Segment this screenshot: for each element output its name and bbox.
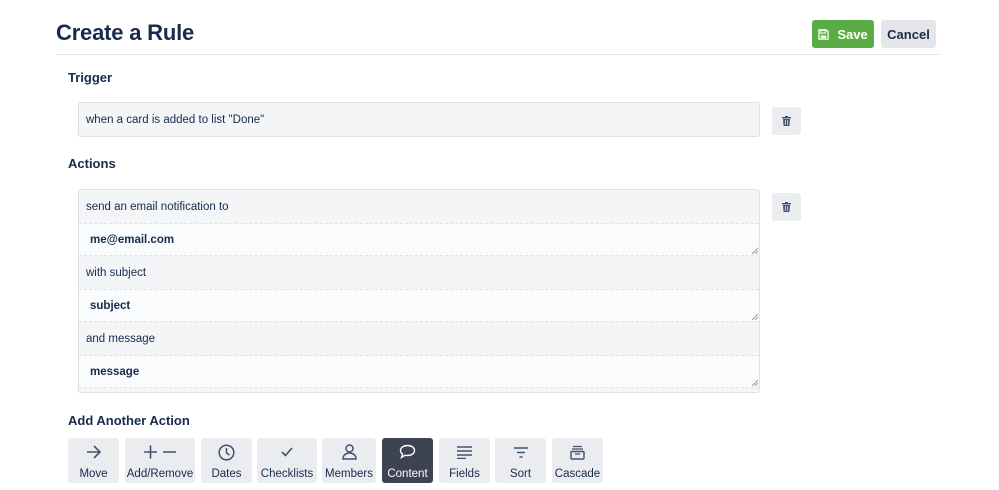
tool-label: Cascade [554,468,601,480]
page-header: Create a Rule Save Cancel [56,0,939,55]
speech-bubble-icon [399,444,416,460]
archive-icon [570,445,585,460]
subject-field[interactable]: subject [79,289,759,322]
tool-label: Members [325,468,373,480]
tool-members[interactable]: Members [322,438,376,483]
action-text-recipient: send an email notification to [86,201,229,213]
trash-icon [782,202,791,212]
save-label: Save [837,26,868,42]
lines-icon [457,445,472,459]
add-action-heading: Add Another Action [68,413,190,428]
checkmark-icon [281,447,293,457]
action-text-subject: with subject [86,267,147,279]
tool-label: Content [387,468,428,480]
delete-action-button[interactable] [772,193,801,221]
clock-icon [218,443,235,461]
resize-handle-icon[interactable] [751,313,758,320]
tool-label: Add/Remove [126,468,194,480]
person-icon [341,444,357,460]
floppy-disk-icon [818,28,830,40]
subject-value: subject [90,300,131,312]
tool-label: Checklists [260,468,314,480]
trash-icon [782,116,791,126]
tool-move[interactable]: Move [68,438,119,483]
action-text-message: and message [86,333,156,345]
recipient-value: me@email.com [90,234,175,246]
tool-label: Dates [211,468,242,480]
tool-label: Move [79,468,108,480]
tool-cascade[interactable]: Cascade [552,438,603,483]
page-title: Create a Rule [56,20,195,45]
cancel-button[interactable]: Cancel [881,20,936,48]
resize-handle-icon[interactable] [751,247,758,254]
tool-fields[interactable]: Fields [439,438,490,483]
trigger-card[interactable]: when a card is added to list "Done" [78,102,760,137]
trigger-heading: Trigger [68,70,113,85]
sort-icon [513,446,528,458]
delete-trigger-button[interactable] [772,107,801,135]
tool-add-remove[interactable]: Add/Remove [125,438,195,483]
tool-label: Fields [449,468,480,480]
message-value: message [90,366,140,378]
plus-minus-icon [144,445,176,459]
tool-dates[interactable]: Dates [201,438,252,483]
recipient-field[interactable]: me@email.com [79,223,759,256]
tool-content[interactable]: Content [382,438,433,483]
tool-sort[interactable]: Sort [495,438,546,483]
message-field[interactable]: message [79,355,759,388]
action-card: send an email notification to me@email.c… [78,189,760,393]
actions-heading: Actions [68,156,116,171]
resize-handle-icon[interactable] [751,379,758,386]
tool-checklists[interactable]: Checklists [257,438,317,483]
arrow-right-icon [86,445,101,459]
save-button[interactable]: Save [812,20,874,48]
tool-label: Sort [509,468,532,480]
